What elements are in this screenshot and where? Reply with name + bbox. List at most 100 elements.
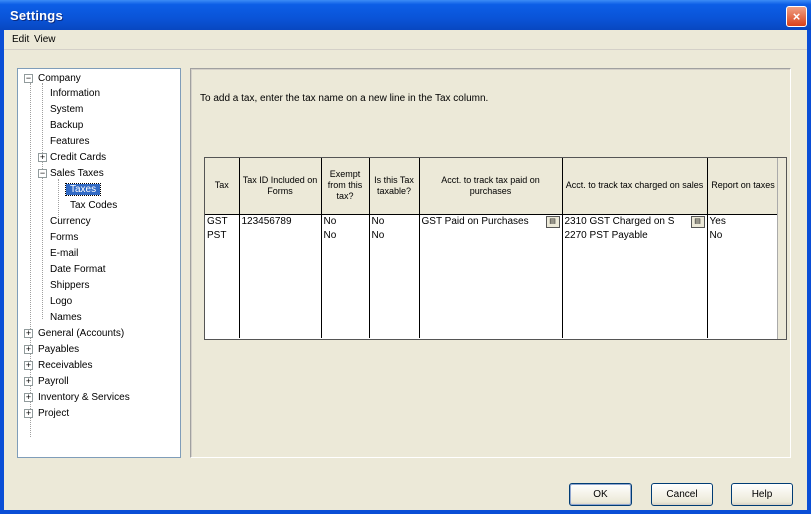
column-header-acct-paid[interactable]: Acct. to track tax paid on purchases	[419, 158, 563, 215]
cell-value[interactable]: 2310 GST Charged on S	[565, 216, 675, 227]
taxes-settings-panel: To add a tax, enter the tax name on a ne…	[190, 68, 791, 458]
cancel-button[interactable]: Cancel	[651, 483, 713, 506]
window-title: Settings	[10, 8, 63, 23]
tree-item-label: Currency	[50, 216, 91, 227]
tree-item-label: System	[50, 104, 84, 115]
tree-connector-line	[42, 83, 43, 319]
tree-item-label: Receivables	[38, 360, 93, 371]
report-cell[interactable]: Yes No	[707, 214, 780, 338]
tree-item-label: E-mail	[50, 248, 79, 259]
column-header-tax[interactable]: Tax	[205, 158, 240, 215]
settings-window: Settings × Edit View − Company Informati…	[0, 0, 811, 514]
cell-value[interactable]: GST	[207, 215, 237, 229]
tree-item-email[interactable]: E-mail	[50, 246, 78, 261]
tree-item-label: Inventory & Services	[38, 392, 130, 403]
tree-item-currency[interactable]: Currency	[50, 214, 91, 229]
column-header-exempt[interactable]: Exempt from this tax?	[321, 158, 370, 215]
acct-charged-cell[interactable]: 2310 GST Charged on S ▤ 2270 PST Payable	[562, 214, 708, 338]
tree-item-logo[interactable]: Logo	[50, 294, 72, 309]
tree-item-information[interactable]: Information	[50, 86, 100, 101]
tree-item-label: Backup	[50, 120, 84, 131]
tree-item-label: Features	[50, 136, 90, 147]
tree-item-payables[interactable]: + Payables	[24, 342, 79, 357]
tree-item-names[interactable]: Names	[50, 310, 82, 325]
help-button[interactable]: Help	[731, 483, 793, 506]
tree-item-label: Credit Cards	[50, 152, 107, 163]
tree-item-label: Project	[38, 408, 70, 419]
list-lookup-icon[interactable]: ▤	[545, 215, 560, 228]
exempt-cell[interactable]: No No	[321, 214, 370, 338]
cell-value[interactable]: GST Paid on Purchases	[422, 216, 529, 227]
acct-paid-cell[interactable]: GST Paid on Purchases ▤	[419, 214, 563, 338]
tree-item-label: Date Format	[50, 264, 106, 275]
cell-value[interactable]: Yes	[710, 215, 777, 229]
menu-view[interactable]: View	[34, 34, 56, 45]
tree-item-label: Shippers	[50, 280, 90, 291]
tree-item-features[interactable]: Features	[50, 134, 89, 149]
cell-field[interactable]: 2310 GST Charged on S ▤	[565, 215, 705, 229]
cell-value[interactable]: PST	[207, 229, 237, 243]
grid-header-row: Tax Tax ID Included on Forms Exempt from…	[205, 158, 780, 215]
tree-item-general-accounts[interactable]: + General (Accounts)	[24, 326, 124, 341]
tax-id-cell[interactable]: 123456789	[239, 214, 322, 338]
tree-item-label: Information	[50, 88, 101, 99]
tree-connector-line	[58, 179, 59, 217]
expand-icon[interactable]: +	[24, 361, 33, 370]
tree-item-forms[interactable]: Forms	[50, 230, 78, 245]
tree-item-label: Payroll	[38, 376, 69, 387]
tree-item-backup[interactable]: Backup	[50, 118, 83, 133]
tree-item-taxes[interactable]: Taxes	[64, 182, 102, 197]
ok-button[interactable]: OK	[569, 483, 632, 506]
tax-cell[interactable]: GST PST	[205, 214, 240, 338]
cell-value[interactable]: 2270 PST Payable	[565, 229, 705, 243]
list-lookup-icon[interactable]: ▤	[690, 215, 705, 228]
column-header-taxable[interactable]: Is this Tax taxable?	[369, 158, 420, 215]
tree-item-credit-cards[interactable]: + Credit Cards	[38, 150, 106, 165]
title-bar[interactable]: Settings ×	[0, 0, 811, 30]
tree-item-project[interactable]: + Project	[24, 406, 69, 421]
expand-icon[interactable]: +	[24, 345, 33, 354]
tree-item-date-format[interactable]: Date Format	[50, 262, 106, 277]
table-row[interactable]: GST PST 123456789 No No No No GST Paid o…	[205, 214, 780, 338]
tree-item-payroll[interactable]: + Payroll	[24, 374, 69, 389]
tree-item-label: Logo	[50, 296, 73, 307]
expand-icon[interactable]: +	[24, 393, 33, 402]
tree-item-shippers[interactable]: Shippers	[50, 278, 89, 293]
expand-icon[interactable]: +	[24, 329, 33, 338]
tree-item-tax-codes[interactable]: Tax Codes	[70, 198, 117, 213]
column-header-acct-charged[interactable]: Acct. to track tax charged on sales	[562, 158, 708, 215]
instruction-text: To add a tax, enter the tax name on a ne…	[200, 93, 489, 104]
tree-item-label: Sales Taxes	[50, 168, 104, 179]
cell-value[interactable]	[422, 229, 560, 243]
tree-item-label: Payables	[38, 344, 80, 355]
grid-scroll-strip[interactable]	[777, 158, 786, 339]
tree-item-label: Taxes	[64, 183, 102, 196]
cell-value[interactable]: No	[372, 215, 417, 229]
expand-icon[interactable]: +	[24, 409, 33, 418]
tree-item-receivables[interactable]: + Receivables	[24, 358, 92, 373]
tree-item-company[interactable]: − Company	[24, 71, 81, 86]
column-header-tax-id[interactable]: Tax ID Included on Forms	[239, 158, 322, 215]
collapse-icon[interactable]: −	[24, 74, 33, 83]
collapse-icon[interactable]: −	[38, 169, 47, 178]
cell-value[interactable]	[242, 229, 319, 243]
taxes-grid[interactable]: Tax Tax ID Included on Forms Exempt from…	[204, 157, 787, 340]
column-header-report[interactable]: Report on taxes	[707, 158, 780, 215]
cell-value[interactable]: No	[324, 215, 367, 229]
tree-item-inventory-services[interactable]: + Inventory & Services	[24, 390, 130, 405]
menu-edit[interactable]: Edit	[12, 34, 29, 45]
tree-item-system[interactable]: System	[50, 102, 83, 117]
cell-value[interactable]: No	[372, 229, 417, 243]
tree-item-label: Names	[50, 312, 82, 323]
cell-field[interactable]: GST Paid on Purchases ▤	[422, 215, 560, 229]
tree-item-label: General (Accounts)	[38, 328, 125, 339]
close-button[interactable]: ×	[786, 6, 807, 27]
cell-value[interactable]: No	[324, 229, 367, 243]
cell-value[interactable]: No	[710, 229, 777, 243]
expand-icon[interactable]: +	[38, 153, 47, 162]
expand-icon[interactable]: +	[24, 377, 33, 386]
settings-tree[interactable]: − Company Information System Backup Feat…	[17, 68, 181, 458]
taxable-cell[interactable]: No No	[369, 214, 420, 338]
cell-value[interactable]: 123456789	[242, 215, 319, 229]
tree-item-sales-taxes[interactable]: − Sales Taxes	[38, 166, 104, 181]
